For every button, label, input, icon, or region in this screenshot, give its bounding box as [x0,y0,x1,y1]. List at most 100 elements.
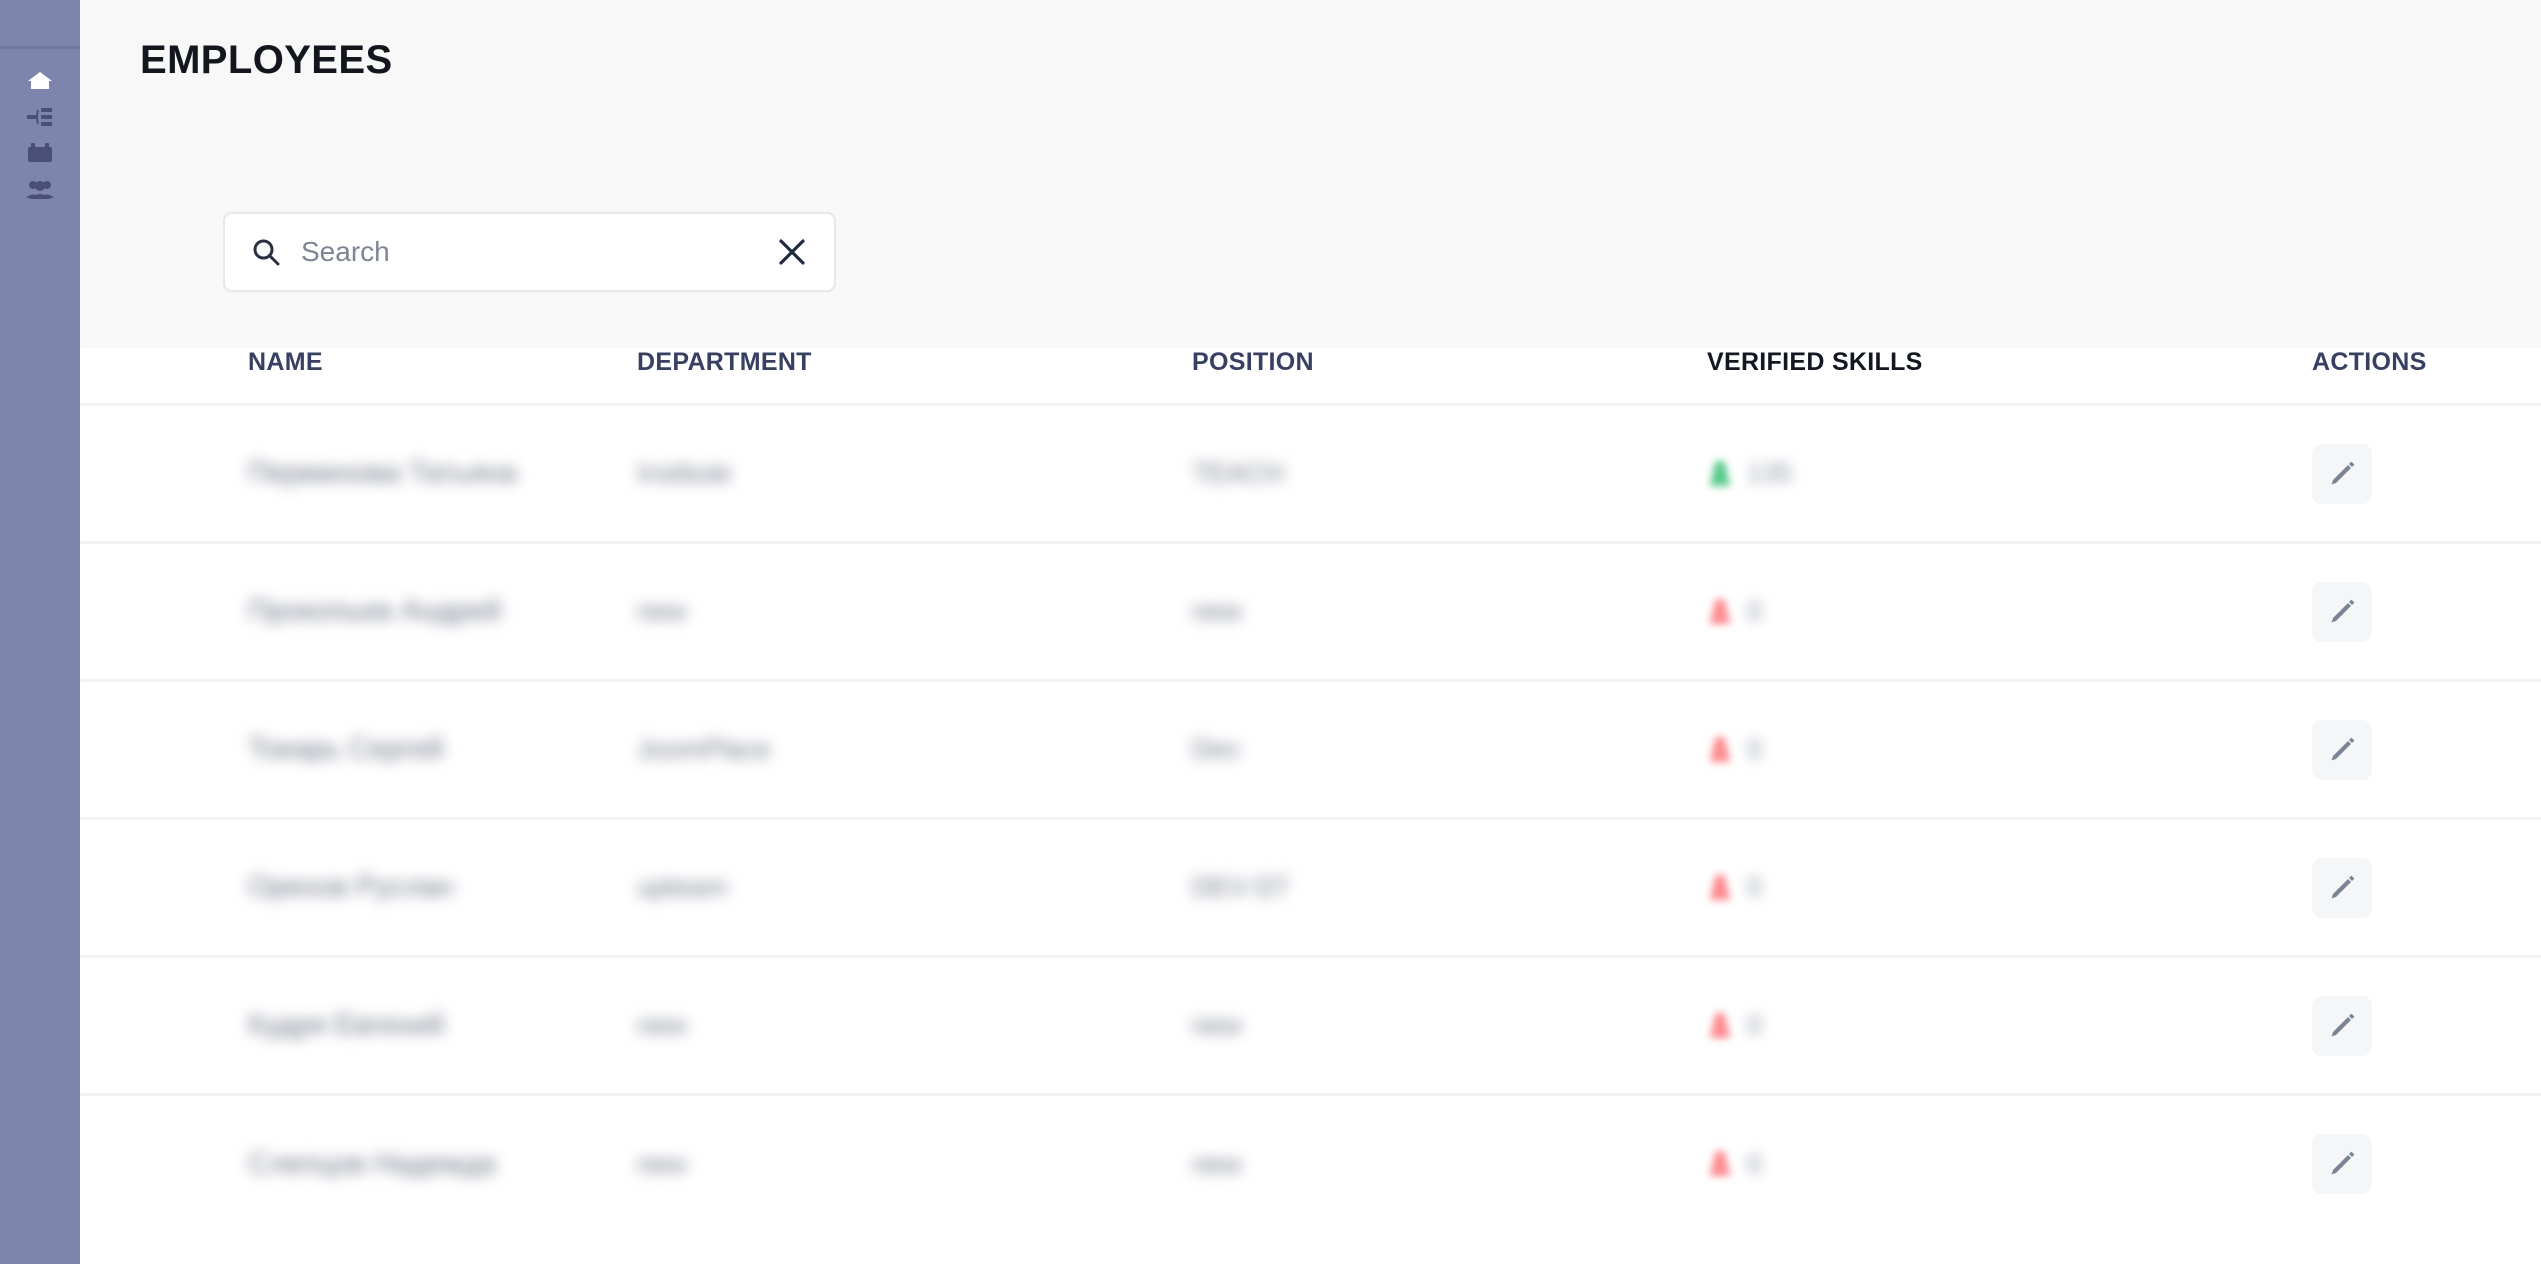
cell-name: Токарь Сергей [80,679,637,819]
cell-position: DEV-ST [1192,817,1707,957]
employee-department: new [637,1010,687,1040]
pencil-edit-icon [2326,734,2358,766]
employee-department: new [637,1148,687,1179]
edit-button[interactable] [2312,995,2372,1056]
skills-cell: 0 [1707,1149,2312,1180]
table-row[interactable]: Прокопьев Андрей new new 0 [80,541,2541,681]
employee-department: JoomPlace [637,734,771,764]
sidebar-logo-area [0,0,80,49]
employee-position: TEACH [1192,458,1284,488]
skill-count: 0 [1747,1148,1763,1179]
search-icon [251,237,281,267]
skill-status-badge-icon [1707,873,1733,903]
skill-count: 0 [1747,734,1763,764]
column-header-name[interactable]: NAME [80,348,637,405]
employee-name: Слепцов Надежда [248,1147,496,1180]
edit-button[interactable] [2312,857,2372,918]
employee-department: Institute [637,458,732,488]
sidebar-item-employees[interactable] [12,171,68,207]
cell-position: new [1192,541,1707,681]
skill-count: 0 [1747,1010,1763,1040]
cell-actions [2312,403,2541,543]
table-row[interactable]: Слепцов Надежда new new 0 [80,1093,2541,1233]
cell-name: Слепцов Надежда [80,1093,637,1233]
skill-status-badge-icon [1707,597,1733,627]
skills-cell: 0 [1707,596,2312,627]
cell-department: new [637,541,1192,681]
sidebar [0,0,80,1264]
home-icon [27,70,53,92]
employee-department: new [637,596,687,626]
employee-position: new [1192,596,1242,626]
table-row[interactable]: Орехов Руслан upteam DEV-ST 0 [80,817,2541,957]
edit-button[interactable] [2312,1134,2372,1195]
edit-button[interactable] [2312,581,2372,642]
employee-name: Перминова Татьяна [248,457,517,489]
cell-actions [2312,817,2541,957]
search-input[interactable] [301,236,772,268]
skills-cell: 0 [1707,1010,2312,1041]
edit-button[interactable] [2312,443,2372,504]
employee-name: Прокопьев Андрей [248,595,502,627]
skills-cell: 135 [1707,458,2312,489]
sidebar-item-list[interactable] [12,99,68,135]
employee-position: Dev [1192,734,1241,764]
cell-department: JoomPlace [637,679,1192,819]
column-header-verified-skills[interactable]: VERIFIED SKILLS [1707,348,2312,405]
cell-name: Прокопьев Андрей [80,541,637,681]
cell-verified-skills: 0 [1707,817,2312,957]
pencil-edit-icon [2326,1010,2358,1042]
employee-name: Токарь Сергей [248,733,444,765]
cell-department: upteam [637,817,1192,957]
employees-table: NAME DEPARTMENT POSITION VERIFIED SKILLS… [80,348,2541,1233]
cell-verified-skills: 0 [1707,541,2312,681]
cell-verified-skills: 0 [1707,679,2312,819]
skill-status-badge-icon [1707,1011,1733,1041]
sidebar-nav [0,49,80,207]
cell-name: Перминова Татьяна [80,403,637,543]
cell-verified-skills: 135 [1707,403,2312,543]
employees-table-container: NAME DEPARTMENT POSITION VERIFIED SKILLS… [80,348,2541,1264]
calendar-icon [27,142,53,164]
skills-cell: 0 [1707,872,2312,903]
table-row[interactable]: Перминова Татьяна Institute TEACH 135 [80,403,2541,543]
close-icon[interactable] [772,232,812,272]
cell-verified-skills: 0 [1707,955,2312,1095]
skills-cell: 0 [1707,734,2312,765]
pencil-edit-icon [2326,872,2358,904]
cell-actions [2312,955,2541,1095]
skill-count: 135 [1747,458,1793,488]
list-filter-icon [27,107,53,127]
employee-name: Кудря Евгений [248,1009,445,1041]
employee-department: upteam [637,872,728,902]
cell-department: new [637,1093,1192,1233]
employee-name: Орехов Руслан [248,871,454,903]
cell-position: new [1192,955,1707,1095]
column-header-department[interactable]: DEPARTMENT [637,348,1192,405]
cell-position: Dev [1192,679,1707,819]
skill-status-badge-icon [1707,459,1733,489]
cell-actions [2312,679,2541,819]
search-bar[interactable] [223,212,836,292]
table-row[interactable]: Токарь Сергей JoomPlace Dev 0 [80,679,2541,819]
cell-name: Кудря Евгений [80,955,637,1095]
cell-actions [2312,1093,2541,1233]
people-group-icon [26,179,54,199]
cell-verified-skills: 0 [1707,1093,2312,1233]
column-header-actions[interactable]: ACTIONS [2312,348,2541,405]
column-header-position[interactable]: POSITION [1192,348,1707,405]
app-root: EMPLOYEES Search NAME DEPARTMENT POSITIO… [0,0,2541,1264]
cell-name: Орехов Руслан [80,817,637,957]
employee-position: DEV-ST [1192,872,1290,902]
page-header: EMPLOYEES [80,0,2541,348]
sidebar-item-calendar[interactable] [12,135,68,171]
table-row[interactable]: Кудря Евгений new new 0 [80,955,2541,1095]
skill-status-badge-icon [1707,1149,1733,1179]
skill-status-badge-icon [1707,735,1733,765]
cell-position: TEACH [1192,403,1707,543]
sidebar-item-home[interactable] [12,63,68,99]
edit-button[interactable] [2312,719,2372,780]
table-header: NAME DEPARTMENT POSITION VERIFIED SKILLS… [80,348,2541,405]
cell-actions [2312,541,2541,681]
pencil-edit-icon [2326,458,2358,490]
